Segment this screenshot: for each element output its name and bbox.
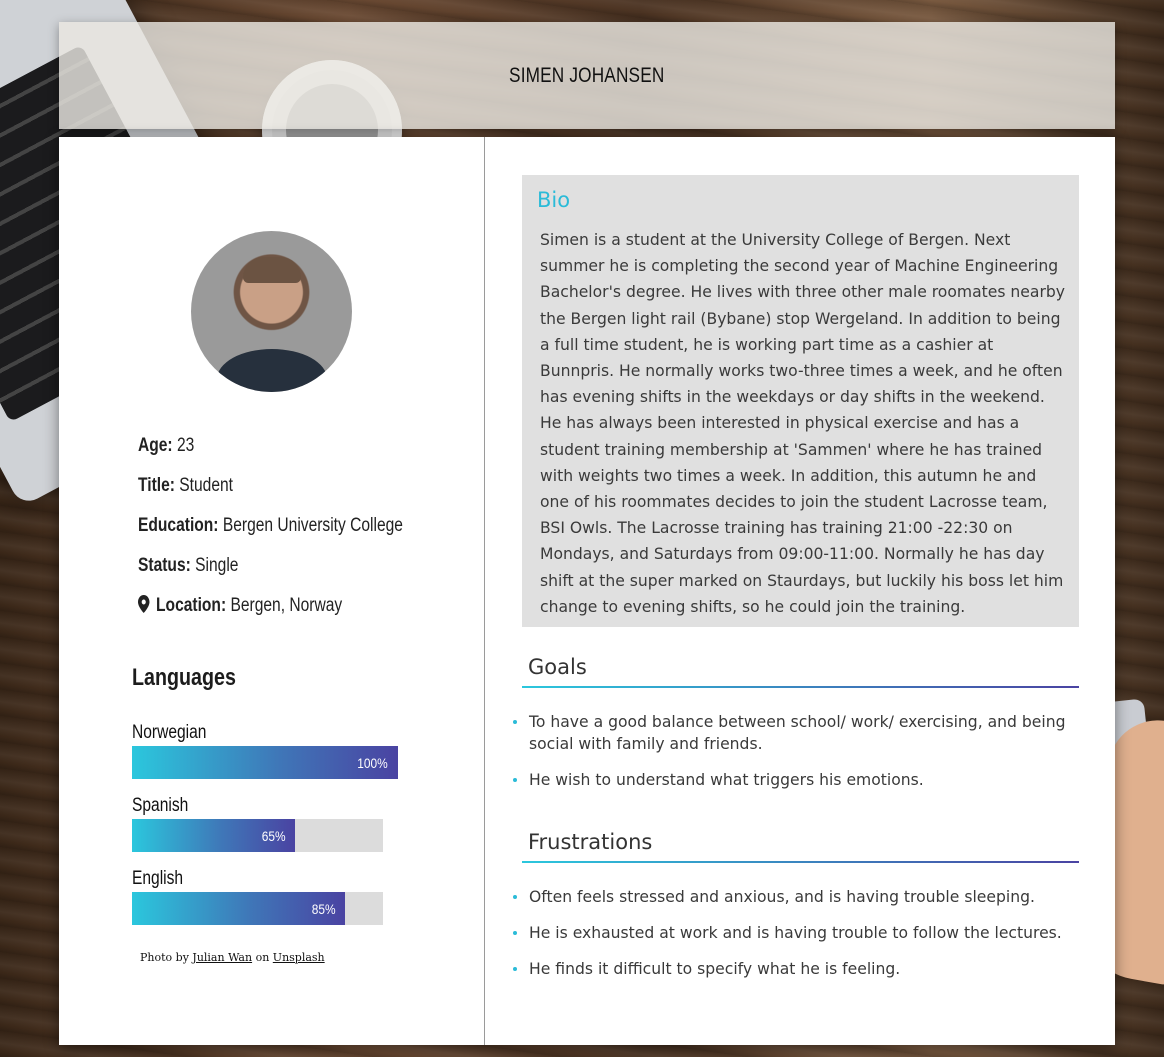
persona-card: Age: 23 Title: Student Education: Bergen… bbox=[59, 137, 1115, 1045]
credit-author-link[interactable]: Julian Wan bbox=[192, 951, 252, 964]
education-label: Education: bbox=[138, 515, 219, 536]
bio-section: Bio Simen is a student at the University… bbox=[522, 175, 1079, 627]
language-name: Spanish bbox=[132, 795, 189, 816]
language-bar: 65% bbox=[132, 819, 383, 852]
frustrations-heading: Frustrations bbox=[528, 830, 653, 854]
profile-info: Age: 23 Title: Student Education: Bergen… bbox=[138, 426, 461, 626]
language-english: English 85% bbox=[132, 866, 383, 925]
location-value: Bergen, Norway bbox=[230, 595, 343, 616]
credit-prefix: Photo by bbox=[140, 951, 189, 964]
bio-text: Simen is a student at the University Col… bbox=[540, 231, 1065, 616]
status-label: Status: bbox=[138, 555, 191, 576]
language-spanish: Spanish 65% bbox=[132, 793, 383, 852]
persona-name: SIMEN JOHANSEN bbox=[509, 63, 665, 87]
title-value: Student bbox=[179, 475, 233, 496]
list-item: He is exhausted at work and is having tr… bbox=[511, 922, 1081, 944]
profile-education: Education: Bergen University College bbox=[138, 506, 461, 546]
list-item: To have a good balance between school/ w… bbox=[511, 711, 1081, 755]
language-name: English bbox=[132, 868, 184, 889]
list-item: He wish to understand what triggers his … bbox=[511, 769, 1081, 791]
language-level: 85% bbox=[312, 900, 336, 917]
avatar-hair bbox=[243, 257, 301, 283]
frustrations-list: Often feels stressed and anxious, and is… bbox=[511, 886, 1081, 994]
frustrations-divider bbox=[522, 861, 1079, 863]
list-item: Often feels stressed and anxious, and is… bbox=[511, 886, 1081, 908]
list-item: He finds it difficult to specify what he… bbox=[511, 958, 1081, 980]
profile-location: Location: Bergen, Norway bbox=[138, 586, 461, 626]
language-norwegian: Norwegian 100% bbox=[132, 720, 398, 779]
goals-divider bbox=[522, 686, 1079, 688]
language-bar-fill: 85% bbox=[132, 892, 346, 925]
language-bar: 85% bbox=[132, 892, 383, 925]
language-level: 100% bbox=[357, 754, 388, 771]
profile-age: Age: 23 bbox=[138, 426, 461, 466]
goals-heading: Goals bbox=[528, 655, 587, 679]
language-level: 65% bbox=[261, 827, 286, 844]
map-pin-icon bbox=[138, 595, 150, 613]
profile-title: Title: Student bbox=[138, 466, 461, 506]
goals-list: To have a good balance between school/ w… bbox=[511, 711, 1081, 805]
language-bar-fill: 65% bbox=[132, 819, 296, 852]
credit-middle: on bbox=[255, 951, 270, 964]
languages-heading: Languages bbox=[132, 664, 236, 691]
age-value: 23 bbox=[176, 435, 195, 456]
photo-credit: Photo by Julian Wan on Unsplash bbox=[140, 951, 325, 964]
location-label: Location: bbox=[156, 595, 227, 616]
profile-status: Status: Single bbox=[138, 546, 461, 586]
language-bar: 100% bbox=[132, 746, 398, 779]
age-label: Age: bbox=[138, 435, 173, 456]
bio-heading: Bio bbox=[537, 188, 571, 212]
column-divider bbox=[484, 137, 485, 1045]
avatar bbox=[191, 231, 352, 392]
title-label: Title: bbox=[138, 475, 175, 496]
education-value: Bergen University College bbox=[222, 515, 403, 536]
persona-header: SIMEN JOHANSEN bbox=[59, 22, 1115, 129]
language-bar-fill: 100% bbox=[132, 746, 398, 779]
credit-site-link[interactable]: Unsplash bbox=[273, 951, 325, 964]
status-value: Single bbox=[195, 555, 239, 576]
avatar-shirt bbox=[217, 349, 327, 392]
language-name: Norwegian bbox=[132, 722, 207, 743]
